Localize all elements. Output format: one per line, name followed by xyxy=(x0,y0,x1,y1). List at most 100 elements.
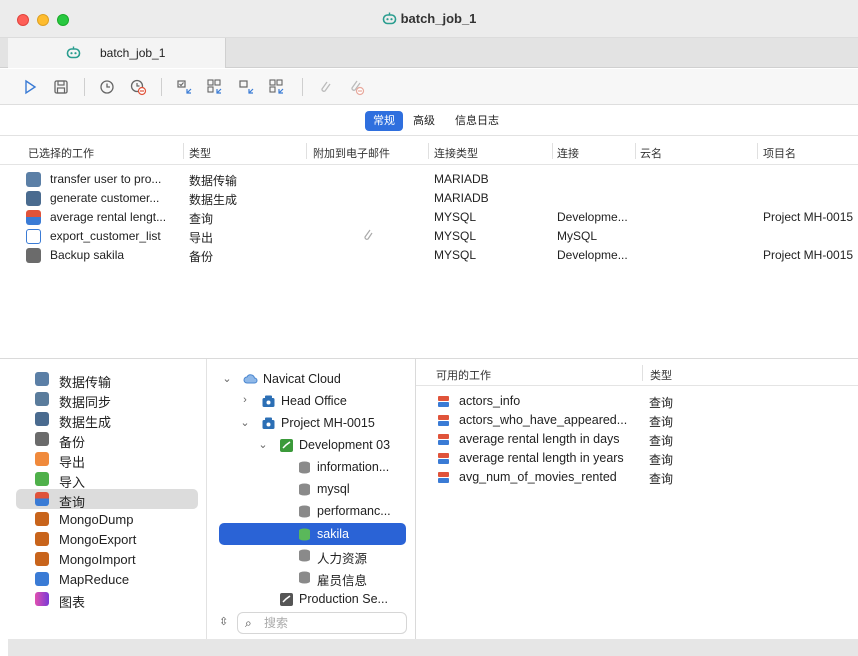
job-type-query[interactable]: 查询 xyxy=(16,489,198,510)
tree-node-connection[interactable]: Production Se... xyxy=(217,588,407,610)
job-type-mongodump[interactable]: MongoDump xyxy=(16,509,198,529)
select-all-alt-icon[interactable] xyxy=(206,78,224,96)
job-conn-type: MARIADB xyxy=(434,191,489,205)
chevron-down-icon[interactable]: ⌄ xyxy=(221,372,233,385)
schedule-icon[interactable] xyxy=(98,78,116,96)
table-row[interactable]: generate customer... 数据生成 MARIADB xyxy=(0,189,858,208)
selected-jobs-header: 已选择的工作 类型 附加到电子邮件 连接类型 连接 云名 项目名 xyxy=(0,137,858,165)
job-type-mapreduce[interactable]: MapReduce xyxy=(16,569,198,589)
list-item[interactable]: average rental length in years 查询 xyxy=(416,449,858,468)
table-row[interactable]: export_customer_list 导出 MYSQL MySQL xyxy=(0,227,858,246)
deselect-icon[interactable] xyxy=(237,78,255,96)
tree-node-database[interactable]: information... xyxy=(217,456,407,478)
col-header-available-job[interactable]: 可用的工作 xyxy=(436,367,491,383)
column-divider xyxy=(635,143,636,159)
tree-node-label: 雇员信息 xyxy=(317,574,368,588)
job-type-data-transfer[interactable]: 数据传输 xyxy=(16,369,198,390)
tab-log[interactable]: 信息日志 xyxy=(447,111,507,131)
tree-node-database[interactable]: 雇员信息 xyxy=(217,566,407,588)
tab-general[interactable]: 常规 xyxy=(365,111,403,131)
tree-node-database[interactable]: 人力资源 xyxy=(217,544,407,566)
attach-icon[interactable] xyxy=(362,228,374,245)
available-job-type: 查询 xyxy=(649,472,674,486)
attach-icon[interactable] xyxy=(316,78,334,96)
col-header-cloud[interactable]: 云名 xyxy=(640,145,662,161)
available-job-type: 查询 xyxy=(649,396,674,410)
toolbar-divider xyxy=(161,78,162,96)
sort-toggle-icon[interactable]: ⇳ xyxy=(219,615,228,628)
col-header-job[interactable]: 已选择的工作 xyxy=(28,145,94,161)
col-header-conn-type[interactable]: 连接类型 xyxy=(434,145,478,161)
job-type-export[interactable]: 导出 xyxy=(16,449,198,470)
backup-icon xyxy=(35,432,49,446)
chevron-right-icon[interactable]: › xyxy=(239,394,251,406)
tab-batch-job[interactable]: batch_job_1 xyxy=(8,38,226,68)
column-divider xyxy=(642,365,643,381)
available-job-name: average rental length in days xyxy=(459,432,620,446)
job-type-mongoimport[interactable]: MongoImport xyxy=(16,549,198,569)
database-icon xyxy=(297,548,312,563)
job-type-data-sync[interactable]: 数据同步 xyxy=(16,389,198,410)
job-type-label: MapReduce xyxy=(59,572,130,587)
job-type-chart[interactable]: 图表 xyxy=(16,589,198,610)
job-name: Backup sakila xyxy=(50,248,125,262)
tree-node-connection[interactable]: ⌄ Development 03 xyxy=(217,434,407,456)
job-type-import[interactable]: 导入 xyxy=(16,469,198,490)
remove-attach-icon[interactable] xyxy=(347,78,365,96)
job-type-backup[interactable]: 备份 xyxy=(16,429,198,450)
tree-node-project[interactable]: ⌄ Project MH-0015 xyxy=(217,412,407,434)
available-job-name: avg_num_of_movies_rented xyxy=(459,470,617,484)
select-all-icon[interactable] xyxy=(175,78,193,96)
tree-node-navicat-cloud[interactable]: ⌄ Navicat Cloud xyxy=(217,368,407,390)
chevron-down-icon[interactable]: ⌄ xyxy=(257,438,269,451)
table-row[interactable]: Backup sakila 备份 MYSQL Developme... Proj… xyxy=(0,246,858,265)
column-divider xyxy=(306,143,307,159)
col-header-project[interactable]: 项目名 xyxy=(763,145,796,161)
database-icon xyxy=(297,482,312,497)
tab-advanced[interactable]: 高级 xyxy=(405,111,443,131)
query-icon xyxy=(35,492,49,506)
mongodump-icon xyxy=(35,512,49,526)
tree-node-database[interactable]: performanc... xyxy=(217,500,407,522)
cloud-icon xyxy=(243,372,258,387)
connection-tree: ⌄ Navicat Cloud › Head Office ⌄ Project … xyxy=(206,359,416,639)
job-type-data-generation[interactable]: 数据生成 xyxy=(16,409,198,430)
list-item[interactable]: actors_who_have_appeared... 查询 xyxy=(416,411,858,430)
save-icon[interactable] xyxy=(52,78,70,96)
col-header-available-type[interactable]: 类型 xyxy=(650,367,672,383)
job-type-label: 图表 xyxy=(59,595,86,610)
run-icon[interactable] xyxy=(21,78,39,96)
column-divider xyxy=(428,143,429,159)
job-type-mongoexport[interactable]: MongoExport xyxy=(16,529,198,549)
col-header-type[interactable]: 类型 xyxy=(189,145,211,161)
job-type: 数据传输 xyxy=(189,174,238,188)
job-conn: Developme... xyxy=(557,210,628,224)
list-item[interactable]: actors_info 查询 xyxy=(416,392,858,411)
tree-node-database-selected[interactable]: sakila xyxy=(219,523,406,545)
tree-node-database[interactable]: mysql xyxy=(217,478,407,500)
tree-search-field[interactable]: ⌕ xyxy=(237,612,407,634)
job-conn-type: MARIADB xyxy=(434,172,489,186)
column-divider xyxy=(552,143,553,159)
column-divider xyxy=(183,143,184,159)
job-type-list: 数据传输 数据同步 数据生成 备份 导出 导入 查询 MongoDump Mon… xyxy=(0,359,206,639)
project-icon xyxy=(261,416,276,431)
search-input[interactable] xyxy=(264,615,400,631)
data-generation-icon xyxy=(35,412,49,426)
job-conn-type: MYSQL xyxy=(434,248,477,262)
toolbar-divider xyxy=(302,78,303,96)
col-header-conn[interactable]: 连接 xyxy=(557,145,579,161)
chevron-down-icon[interactable]: ⌄ xyxy=(239,416,251,429)
list-item[interactable]: avg_num_of_movies_rented 查询 xyxy=(416,468,858,487)
table-row[interactable]: transfer user to pro... 数据传输 MARIADB xyxy=(0,170,858,189)
job-type: 备份 xyxy=(189,250,214,264)
col-header-email[interactable]: 附加到电子邮件 xyxy=(313,145,390,161)
available-job-type: 查询 xyxy=(649,453,674,467)
table-row[interactable]: average rental lengt... 查询 MYSQL Develop… xyxy=(0,208,858,227)
job-name: generate customer... xyxy=(50,191,160,205)
remove-schedule-icon[interactable] xyxy=(129,78,147,96)
deselect-alt-icon[interactable] xyxy=(268,78,286,96)
tree-node-head-office[interactable]: › Head Office xyxy=(217,390,407,412)
job-name: transfer user to pro... xyxy=(50,172,162,186)
list-item[interactable]: average rental length in days 查询 xyxy=(416,430,858,449)
